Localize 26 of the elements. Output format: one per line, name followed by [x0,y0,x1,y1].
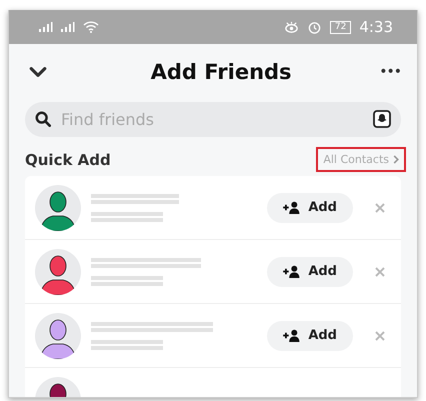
more-button[interactable]: ••• [379,64,401,80]
section-title: Quick Add [25,150,111,168]
eye-icon [284,20,299,34]
add-friend-icon [283,265,300,278]
add-friend-icon [283,201,300,214]
collapse-button[interactable] [27,64,49,80]
search-field[interactable]: Find friends [25,102,401,137]
wifi-icon [83,21,99,33]
close-icon[interactable] [375,266,385,276]
close-icon[interactable] [375,202,385,212]
ghost-icon[interactable] [373,110,391,128]
redacted-username [91,340,163,350]
battery-level: 72 [330,20,352,34]
add-button[interactable]: Add [267,192,353,222]
redacted-username [91,276,163,286]
signal-icon [39,22,53,32]
add-friend-icon [283,329,300,342]
signal-icon [61,22,75,32]
add-button[interactable]: Add [267,320,353,350]
add-button[interactable]: Add [267,256,353,286]
status-time: 4:33 [359,18,393,36]
alarm-icon [306,20,322,34]
chevron-icon [393,155,399,164]
redacted-username [91,212,163,222]
page-title: Add Friends [150,60,292,84]
close-icon[interactable] [375,330,385,340]
